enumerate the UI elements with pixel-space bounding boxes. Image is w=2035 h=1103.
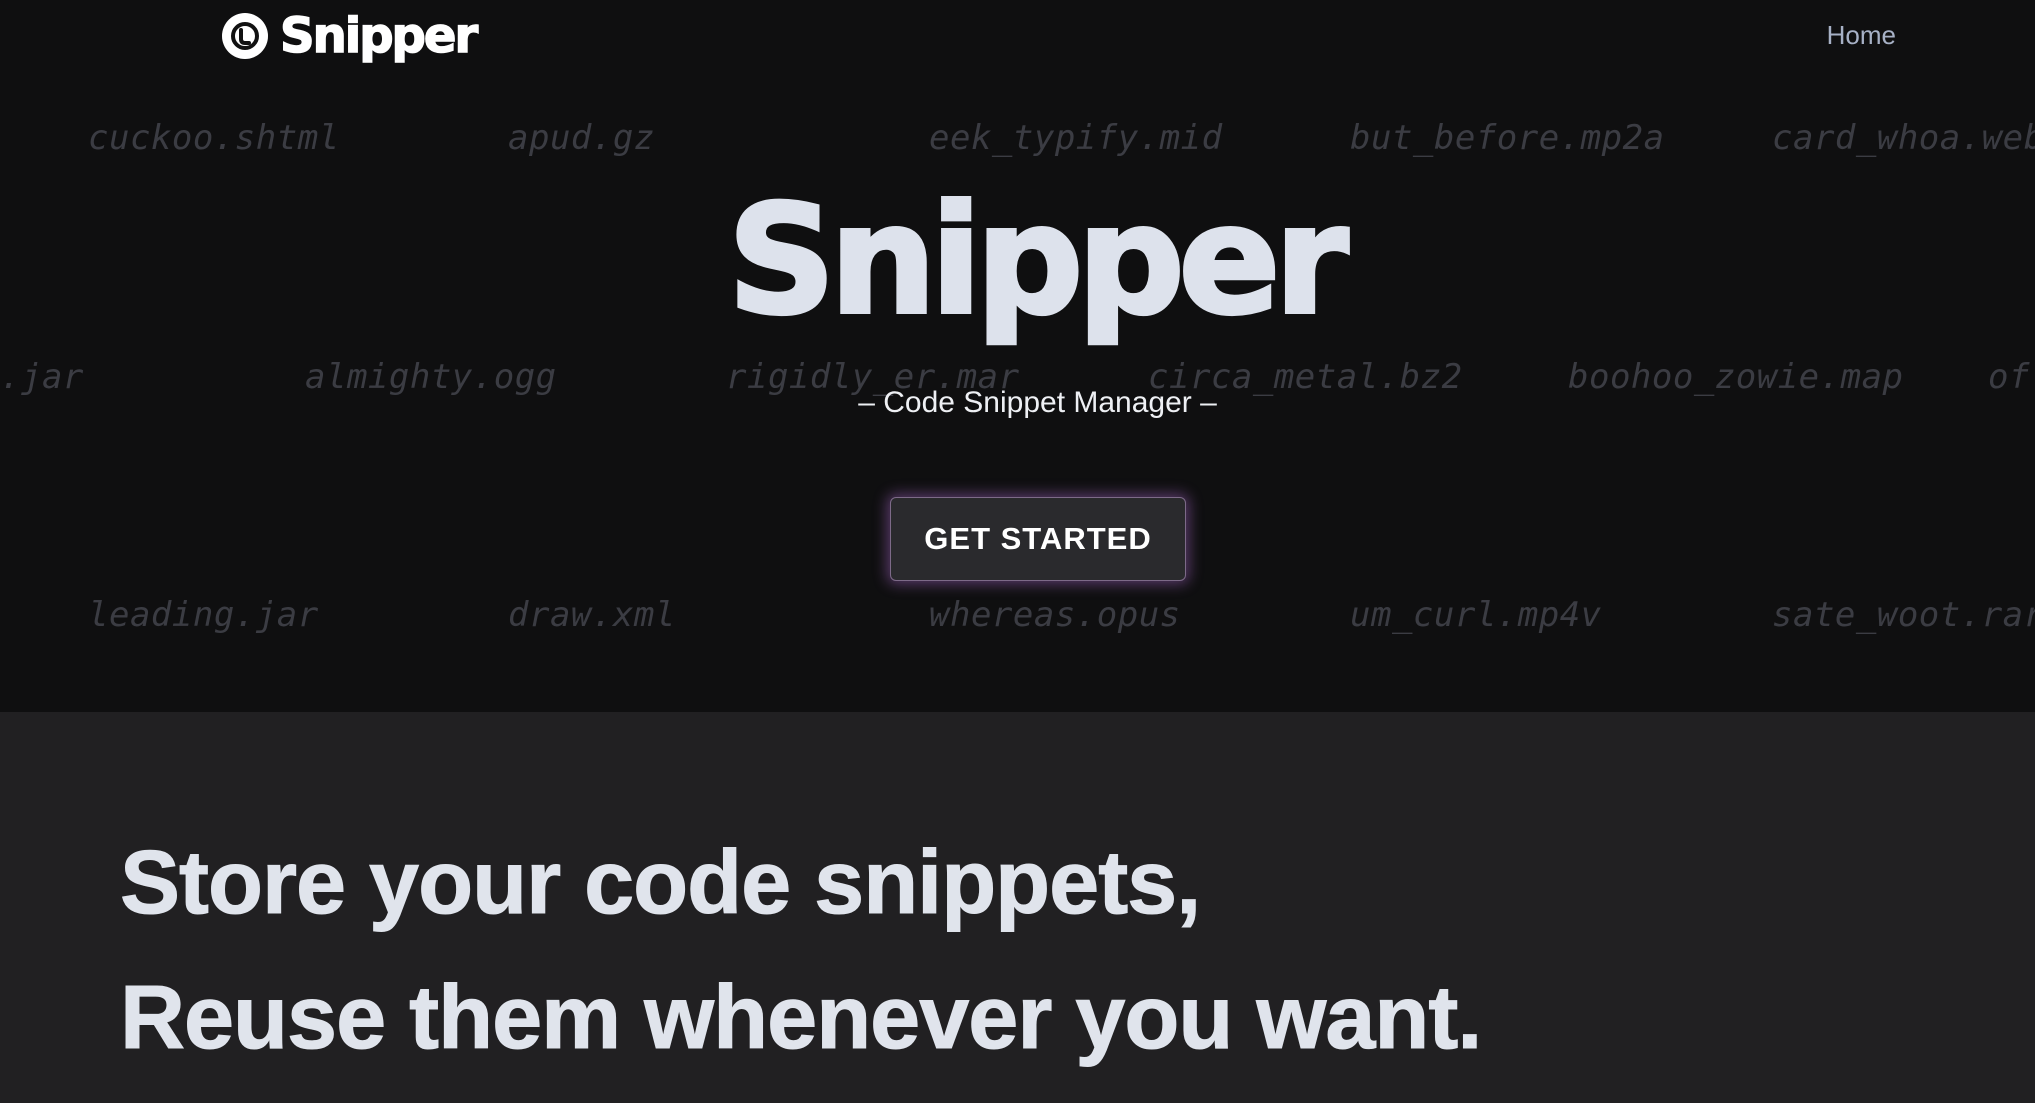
feature-heading-line-2: Reuse them whenever you want. (119, 968, 1482, 1069)
hero-title: Snipper (726, 174, 1351, 348)
brand-logo[interactable]: Snipper (222, 7, 479, 65)
background-filename: draw.xml (508, 595, 676, 635)
snipper-logo-icon (222, 13, 268, 59)
get-started-button[interactable]: GET STARTED (890, 497, 1186, 581)
brand-name: Snipper (279, 7, 479, 65)
navbar: Snipper Home (0, 0, 2035, 70)
background-filenames: cuckoo.shtml apud.gz eek_typify.mid but_… (0, 0, 2035, 712)
background-filename: sate_woot.rar (1772, 595, 2035, 635)
feature-section: Store your code snippets, Reuse them whe… (0, 712, 2035, 1103)
background-filename: um_curl.mp4v (1350, 595, 1602, 635)
hero-section: cuckoo.shtml apud.gz eek_typify.mid but_… (0, 0, 2035, 712)
background-filename: eek_typify.mid (929, 118, 1223, 158)
background-filename: card_whoa.webm (1772, 118, 2035, 158)
background-filename: leading.jar (88, 595, 319, 635)
background-filename: apud.gz (508, 118, 655, 158)
background-filename: cuckoo.shtml (88, 118, 340, 158)
background-filename: whereas.opus (929, 595, 1181, 635)
feature-heading-line-1: Store your code snippets, (119, 833, 1201, 934)
background-filename: but_before.mp2a (1350, 118, 1665, 158)
hero-subtitle: – Code Snippet Manager – (858, 386, 1217, 419)
landing-page: cuckoo.shtml apud.gz eek_typify.mid but_… (0, 0, 2035, 1103)
nav-home-link[interactable]: Home (1827, 20, 1896, 51)
